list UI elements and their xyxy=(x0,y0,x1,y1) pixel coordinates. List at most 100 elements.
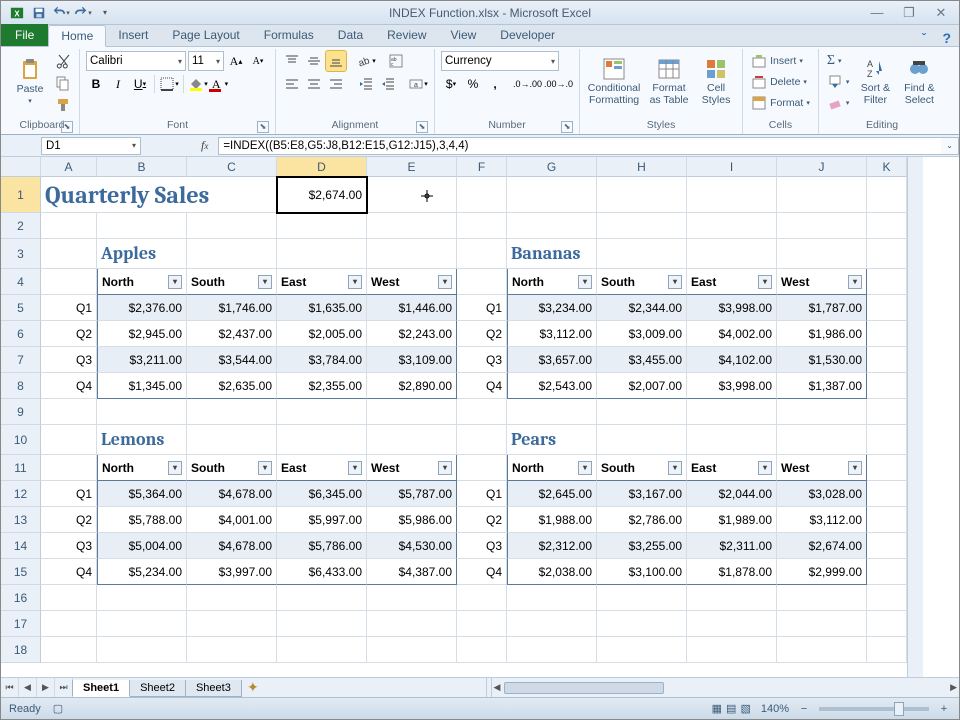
cell[interactable]: $1,530.00 xyxy=(777,347,867,373)
cell[interactable] xyxy=(867,507,907,533)
cell[interactable] xyxy=(41,455,97,481)
format-painter-button[interactable] xyxy=(53,95,73,115)
worksheet-grid[interactable]: ABCDEFGHIJK1Quarterly Sales$2,674.0023Ap… xyxy=(1,157,907,677)
alignment-dialog-launcher[interactable]: ⬊ xyxy=(416,121,428,133)
align-right-button[interactable] xyxy=(326,74,346,94)
cell[interactable] xyxy=(97,213,187,239)
cell[interactable] xyxy=(867,213,907,239)
cell[interactable] xyxy=(507,399,597,425)
cell[interactable]: $2,312.00 xyxy=(507,533,597,559)
cell[interactable] xyxy=(277,399,367,425)
cell[interactable] xyxy=(367,239,457,269)
increase-indent-button[interactable] xyxy=(378,74,398,94)
cell[interactable]: $4,102.00 xyxy=(687,347,777,373)
cell[interactable]: $1,878.00 xyxy=(687,559,777,585)
insert-cells-button[interactable]: Insert ▾ xyxy=(749,51,805,71)
cell[interactable] xyxy=(41,585,97,611)
cell[interactable]: Quarterly Sales xyxy=(41,177,277,213)
cell[interactable] xyxy=(867,637,907,663)
cell[interactable] xyxy=(457,585,507,611)
cell[interactable]: $3,112.00 xyxy=(777,507,867,533)
sheet-tab-sheet2[interactable]: Sheet2 xyxy=(129,680,186,697)
cell[interactable] xyxy=(597,585,687,611)
cell[interactable]: Q2 xyxy=(457,321,507,347)
cell[interactable] xyxy=(867,347,907,373)
orientation-button[interactable]: ab▾ xyxy=(356,51,376,71)
cell[interactable]: $2,645.00 xyxy=(507,481,597,507)
cell[interactable] xyxy=(597,399,687,425)
row-header[interactable]: 6 xyxy=(1,321,41,347)
cell[interactable]: North▾ xyxy=(507,455,597,481)
cell[interactable] xyxy=(457,177,507,213)
formula-input[interactable]: =INDEX((B5:E8,G5:J8,B12:E15,G12:J15),3,4… xyxy=(218,137,941,155)
cell[interactable] xyxy=(507,611,597,637)
view-pagebreak-button[interactable]: ▧ xyxy=(740,702,750,715)
cell[interactable]: $3,657.00 xyxy=(507,347,597,373)
cell[interactable] xyxy=(367,425,457,455)
row-header[interactable]: 1 xyxy=(1,177,41,213)
file-tab[interactable]: File xyxy=(1,24,48,46)
cell[interactable] xyxy=(97,585,187,611)
cell[interactable]: $2,355.00 xyxy=(277,373,367,399)
cell[interactable] xyxy=(277,637,367,663)
cell[interactable]: $1,989.00 xyxy=(687,507,777,533)
cell[interactable]: $2,674.00 xyxy=(777,533,867,559)
cell[interactable] xyxy=(187,637,277,663)
filter-dropdown-icon[interactable]: ▾ xyxy=(848,461,862,475)
clipboard-dialog-launcher[interactable]: ⬊ xyxy=(61,121,73,133)
cell[interactable] xyxy=(687,425,777,455)
cell[interactable]: $2,005.00 xyxy=(277,321,367,347)
help-icon[interactable]: ? xyxy=(934,30,959,46)
cell[interactable]: $1,345.00 xyxy=(97,373,187,399)
cell[interactable] xyxy=(867,373,907,399)
conditional-formatting-button[interactable]: Conditional Formatting xyxy=(586,51,642,113)
cell[interactable]: South▾ xyxy=(187,269,277,295)
cell[interactable]: $1,387.00 xyxy=(777,373,867,399)
cell[interactable]: Q1 xyxy=(41,295,97,321)
cell[interactable]: $4,387.00 xyxy=(367,559,457,585)
cell[interactable] xyxy=(187,213,277,239)
accounting-format-button[interactable]: $▾ xyxy=(441,74,461,94)
align-center-button[interactable] xyxy=(304,74,324,94)
cell[interactable] xyxy=(367,611,457,637)
cell[interactable]: $3,009.00 xyxy=(597,321,687,347)
cell[interactable]: $2,311.00 xyxy=(687,533,777,559)
cell[interactable] xyxy=(597,425,687,455)
cell[interactable] xyxy=(777,177,867,213)
cell[interactable] xyxy=(867,321,907,347)
cell[interactable]: East▾ xyxy=(687,455,777,481)
cell[interactable]: North▾ xyxy=(97,269,187,295)
cell[interactable]: $1,446.00 xyxy=(367,295,457,321)
cell[interactable] xyxy=(367,637,457,663)
cell[interactable]: $6,345.00 xyxy=(277,481,367,507)
cell[interactable]: $2,376.00 xyxy=(97,295,187,321)
cell[interactable] xyxy=(41,213,97,239)
ribbon-tab-view[interactable]: View xyxy=(439,24,489,46)
cell[interactable] xyxy=(507,637,597,663)
filter-dropdown-icon[interactable]: ▾ xyxy=(578,461,592,475)
cell[interactable]: $3,167.00 xyxy=(597,481,687,507)
cell[interactable]: $4,001.00 xyxy=(187,507,277,533)
row-header[interactable]: 12 xyxy=(1,481,41,507)
align-middle-button[interactable] xyxy=(304,51,324,71)
cell[interactable]: Q1 xyxy=(41,481,97,507)
cell[interactable] xyxy=(597,637,687,663)
cell[interactable]: $3,997.00 xyxy=(187,559,277,585)
cell[interactable]: $1,746.00 xyxy=(187,295,277,321)
cell[interactable]: $2,635.00 xyxy=(187,373,277,399)
cell[interactable] xyxy=(867,177,907,213)
formula-bar-expand[interactable]: ⌄ xyxy=(941,137,959,155)
redo-icon[interactable]: ▾ xyxy=(73,3,93,23)
cell[interactable]: Q1 xyxy=(457,295,507,321)
find-select-button[interactable]: Find & Select xyxy=(899,51,939,113)
format-cells-button[interactable]: Format ▾ xyxy=(749,93,812,113)
wrap-text-button[interactable]: abc xyxy=(386,51,406,71)
cell[interactable] xyxy=(457,213,507,239)
cell[interactable]: $3,028.00 xyxy=(777,481,867,507)
cell[interactable]: $3,544.00 xyxy=(187,347,277,373)
cell[interactable]: $5,234.00 xyxy=(97,559,187,585)
cell[interactable]: East▾ xyxy=(277,455,367,481)
cell[interactable] xyxy=(687,611,777,637)
cell[interactable]: $2,038.00 xyxy=(507,559,597,585)
cell[interactable] xyxy=(687,213,777,239)
